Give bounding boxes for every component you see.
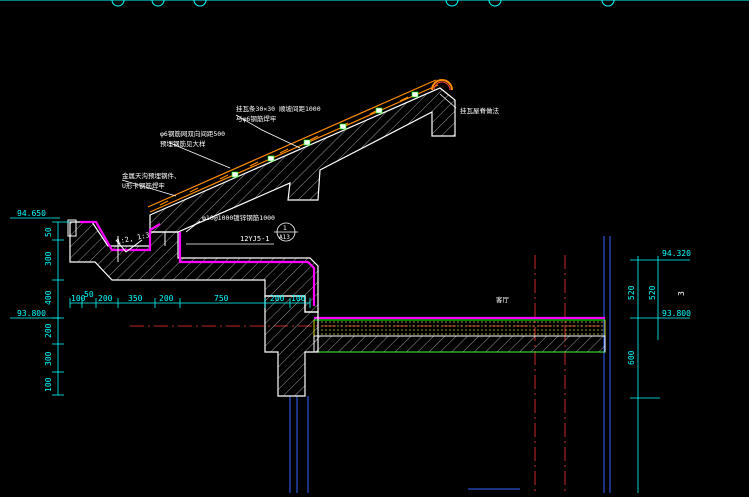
dim-bottom-4: 350	[128, 294, 143, 303]
dim-bottom-2: 50	[84, 290, 94, 299]
dim-left-1: 50	[44, 227, 53, 237]
note-mesh-line1: φ6钢筋网双向间距500	[160, 129, 225, 138]
ridge-tile	[431, 79, 453, 91]
dim-right-2: 520	[648, 285, 657, 300]
blue-grid-lines	[289, 236, 611, 493]
right-r-label: 3	[677, 291, 686, 296]
note-rebar: φ10@1000镀锌钢筋1000	[202, 213, 275, 222]
elev-left-mid: 93.800	[17, 309, 46, 318]
note-batten-line1: 挂瓦条30×30 顺坡间距1000	[236, 104, 321, 113]
eave-section-drawing: 94.650 93.800 50 300 400 200 300 100 100…	[0, 0, 749, 493]
cad-drawing-canvas: 94.650 93.800 50 300 400 200 300 100 100…	[0, 0, 749, 493]
right-dimension-labels: 94.320 93.800 520 520 600 3	[627, 249, 691, 365]
dim-bottom-6: 750	[214, 294, 229, 303]
dim-left-5: 300	[44, 351, 53, 366]
dim-bottom-3: 200	[98, 294, 113, 303]
dim-bottom-7: 200	[270, 294, 285, 303]
note-gutter-line1: 金属天沟预埋钢件、	[122, 171, 181, 180]
elev-right-top: 94.320	[662, 249, 691, 258]
detail-reference: 12YJ5-1 1 A13	[186, 222, 298, 245]
note-ridge: 挂瓦屋脊做法	[460, 106, 500, 115]
ref-circle-bottom: A13	[279, 234, 290, 241]
ref-code: 12YJ5-1	[240, 235, 270, 243]
left-dimension-chain	[10, 217, 70, 396]
room-label: 客厅	[496, 295, 510, 304]
note-mesh-line2: 预埋钢筋见大样	[160, 139, 206, 148]
dim-left-3: 400	[44, 290, 53, 305]
ref-circle-top: 1	[283, 225, 287, 232]
elev-right-mid: 93.800	[662, 309, 691, 318]
dim-right-1: 520	[627, 285, 636, 300]
slope-label: 1:2, 1:3	[116, 231, 151, 246]
note-batten-line2: 与φ6钢筋焊牢	[236, 114, 277, 123]
dim-left-4: 200	[44, 323, 53, 338]
dim-bottom-8: 100	[291, 294, 306, 303]
dim-bottom-5: 200	[159, 294, 174, 303]
top-frame-marks	[0, 0, 749, 7]
elev-left-top: 94.650	[17, 209, 46, 218]
dim-left-2: 300	[44, 251, 53, 266]
left-dimension-labels: 94.650 93.800 50 300 400 200 300 100	[17, 209, 53, 392]
dim-left-6: 100	[44, 377, 53, 392]
note-gutter-line2: U形卡钢筋焊牢	[122, 181, 165, 190]
red-axis-lines	[130, 255, 605, 493]
floor-slab	[313, 319, 606, 353]
dim-right-3: 600	[627, 350, 636, 365]
